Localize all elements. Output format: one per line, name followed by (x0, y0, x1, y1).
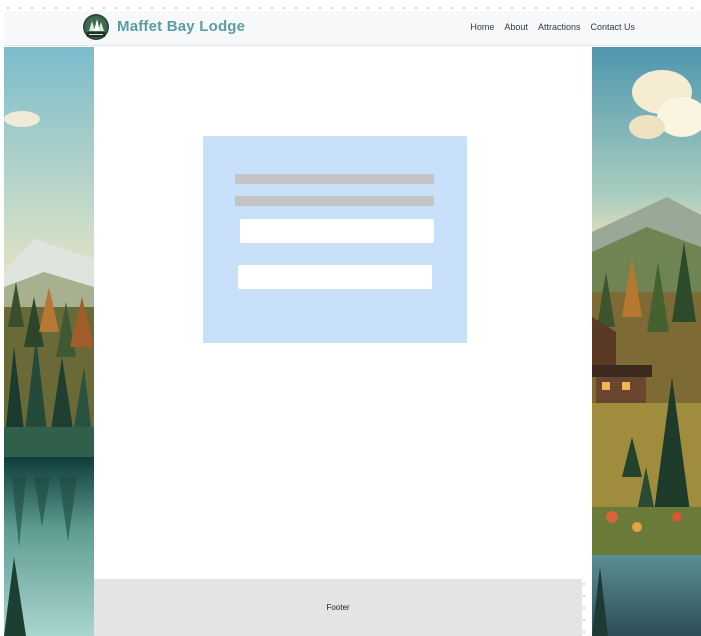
nav-contact-link[interactable]: Contact Us (590, 22, 635, 32)
form-input-field[interactable] (240, 219, 434, 243)
form-card (203, 136, 467, 343)
right-scenery-image (592, 47, 701, 636)
placeholder-text-bar (235, 196, 434, 206)
site-title[interactable]: Maffet Bay Lodge (117, 18, 245, 35)
left-scenery-image (4, 47, 94, 636)
site-header: Maffet Bay Lodge Home About Attractions … (4, 11, 701, 46)
main-content (94, 47, 592, 579)
nav-about-link[interactable]: About (504, 22, 528, 32)
main-nav: Home About Attractions Contact Us (470, 22, 635, 32)
footer-text: Footer (326, 603, 350, 612)
nav-home-link[interactable]: Home (470, 22, 494, 32)
placeholder-text-bar (235, 174, 434, 184)
nav-attractions-link[interactable]: Attractions (538, 22, 581, 32)
site-footer: Footer (94, 579, 582, 636)
form-input-field[interactable] (238, 265, 432, 289)
lodge-logo-icon[interactable] (82, 13, 110, 41)
